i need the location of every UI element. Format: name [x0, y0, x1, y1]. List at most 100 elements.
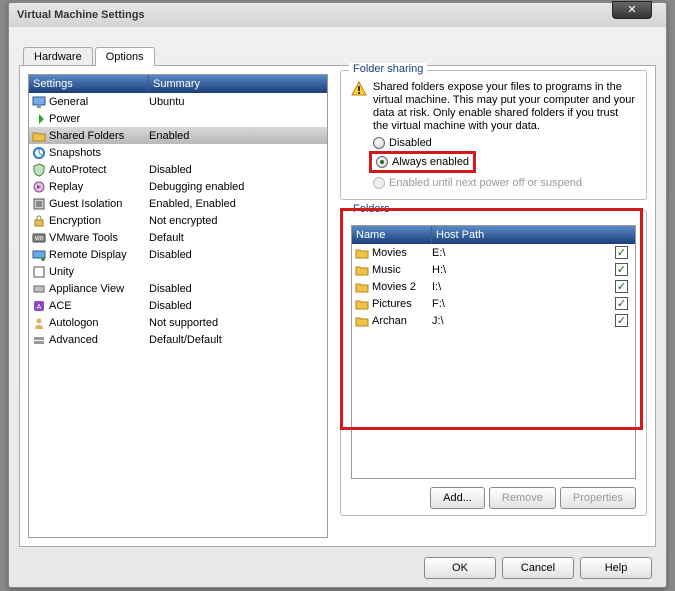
list-item[interactable]: vmVMware ToolsDefault — [29, 229, 327, 246]
folder-checkbox[interactable] — [615, 280, 629, 293]
power-icon — [31, 111, 47, 127]
ok-button[interactable]: OK — [424, 557, 496, 579]
svg-text:vm: vm — [35, 236, 43, 242]
settings-item-name: Advanced — [49, 334, 149, 346]
folder-checkbox[interactable] — [615, 314, 629, 327]
settings-list: Settings Summary GeneralUbuntuPowerShare… — [28, 74, 328, 538]
folder-checkbox[interactable] — [615, 246, 629, 259]
unity-icon — [31, 264, 47, 280]
folder-row[interactable]: PicturesF:\ — [352, 295, 635, 312]
lock-icon — [31, 213, 47, 229]
cancel-button[interactable]: Cancel — [502, 557, 574, 579]
settings-item-summary: Ubuntu — [149, 96, 327, 108]
folder-checkbox[interactable] — [615, 263, 629, 276]
settings-item-summary: Default — [149, 232, 327, 244]
list-item[interactable]: ReplayDebugging enabled — [29, 178, 327, 195]
folder-sharing-group: Folder sharing Shared folders expose you… — [340, 70, 647, 200]
settings-item-name: Remote Display — [49, 249, 149, 261]
folder-name: Music — [372, 264, 432, 276]
settings-item-name: Autologon — [49, 317, 149, 329]
vm-settings-dialog: Virtual Machine Settings ✕ Hardware Opti… — [8, 2, 667, 588]
settings-item-summary: Disabled — [149, 283, 327, 295]
folder-name: Movies 2 — [372, 281, 432, 293]
settings-item-summary: Default/Default — [149, 334, 327, 346]
settings-item-name: Appliance View — [49, 283, 149, 295]
settings-item-summary: Disabled — [149, 249, 327, 261]
folder-path: E:\ — [432, 247, 615, 259]
list-item[interactable]: EncryptionNot encrypted — [29, 212, 327, 229]
folder-checkbox[interactable] — [615, 297, 629, 310]
ace-icon: A — [31, 298, 47, 314]
autologon-icon — [31, 315, 47, 331]
radio-icon — [373, 137, 385, 149]
radio-label: Disabled — [389, 137, 432, 149]
warning-icon — [351, 81, 367, 97]
folders-list: Name Host Path MoviesE:\MusicH:\Movies 2… — [351, 225, 636, 479]
list-item[interactable]: AutoProtectDisabled — [29, 161, 327, 178]
radio-icon — [376, 156, 388, 168]
settings-item-summary: Disabled — [149, 164, 327, 176]
col-summary[interactable]: Summary — [149, 75, 327, 93]
list-item[interactable]: Power — [29, 110, 327, 127]
folder-row[interactable]: ArchanJ:\ — [352, 312, 635, 329]
list-item[interactable]: Remote DisplayDisabled — [29, 246, 327, 263]
folder-path: H:\ — [432, 264, 615, 276]
remove-button: Remove — [489, 487, 556, 509]
folder-icon — [31, 128, 47, 144]
folder-path: F:\ — [432, 298, 615, 310]
radio-disabled[interactable]: Disabled — [373, 137, 636, 149]
settings-list-header: Settings Summary — [29, 75, 327, 93]
folder-icon — [354, 313, 370, 329]
snapshot-icon — [31, 145, 47, 161]
radio-always-enabled[interactable]: Always enabled — [376, 156, 469, 168]
replay-icon — [31, 179, 47, 195]
tab-content-options: Settings Summary GeneralUbuntuPowerShare… — [19, 65, 656, 547]
settings-item-summary: Disabled — [149, 300, 327, 312]
dialog-title: Virtual Machine Settings — [17, 9, 145, 21]
tab-hardware[interactable]: Hardware — [23, 47, 93, 66]
folder-icon — [354, 245, 370, 261]
settings-item-summary: Not encrypted — [149, 215, 327, 227]
col-name[interactable]: Name — [352, 226, 432, 244]
list-item[interactable]: Guest IsolationEnabled, Enabled — [29, 195, 327, 212]
warning-text: Shared folders expose your files to prog… — [373, 81, 636, 133]
settings-item-name: AutoProtect — [49, 164, 149, 176]
add-button[interactable]: Add... — [430, 487, 485, 509]
settings-item-name: Unity — [49, 266, 149, 278]
list-item[interactable]: AdvancedDefault/Default — [29, 331, 327, 348]
settings-item-name: ACE — [49, 300, 149, 312]
folder-row[interactable]: Movies 2I:\ — [352, 278, 635, 295]
settings-item-name: Shared Folders — [49, 130, 149, 142]
list-item[interactable]: Unity — [29, 263, 327, 280]
monitor-icon — [31, 94, 47, 110]
tools-icon: vm — [31, 230, 47, 246]
settings-item-name: Power — [49, 113, 149, 125]
settings-item-name: General — [49, 96, 149, 108]
close-button[interactable]: ✕ — [612, 1, 652, 19]
folder-row[interactable]: MoviesE:\ — [352, 244, 635, 261]
list-item[interactable]: Snapshots — [29, 144, 327, 161]
settings-item-name: Snapshots — [49, 147, 149, 159]
col-hostpath[interactable]: Host Path — [432, 226, 635, 244]
settings-item-name: Replay — [49, 181, 149, 193]
radio-until-poweroff: Enabled until next power off or suspend — [373, 177, 636, 189]
folder-name: Archan — [372, 315, 432, 327]
col-settings[interactable]: Settings — [29, 75, 149, 93]
help-button[interactable]: Help — [580, 557, 652, 579]
folders-list-header: Name Host Path — [352, 226, 635, 244]
list-item[interactable]: GeneralUbuntu — [29, 93, 327, 110]
folders-legend: Folders — [349, 203, 394, 215]
folder-row[interactable]: MusicH:\ — [352, 261, 635, 278]
radio-label: Enabled until next power off or suspend — [389, 177, 582, 189]
tab-options[interactable]: Options — [95, 47, 155, 66]
list-item[interactable]: AutologonNot supported — [29, 314, 327, 331]
settings-item-summary: Debugging enabled — [149, 181, 327, 193]
list-item[interactable]: A ACEDisabled — [29, 297, 327, 314]
folder-path: J:\ — [432, 315, 615, 327]
svg-text:A: A — [37, 304, 42, 311]
list-item[interactable]: Shared FoldersEnabled — [29, 127, 327, 144]
titlebar: Virtual Machine Settings ✕ — [9, 3, 666, 27]
properties-button: Properties — [560, 487, 636, 509]
list-item[interactable]: Appliance ViewDisabled — [29, 280, 327, 297]
settings-item-name: Guest Isolation — [49, 198, 149, 210]
